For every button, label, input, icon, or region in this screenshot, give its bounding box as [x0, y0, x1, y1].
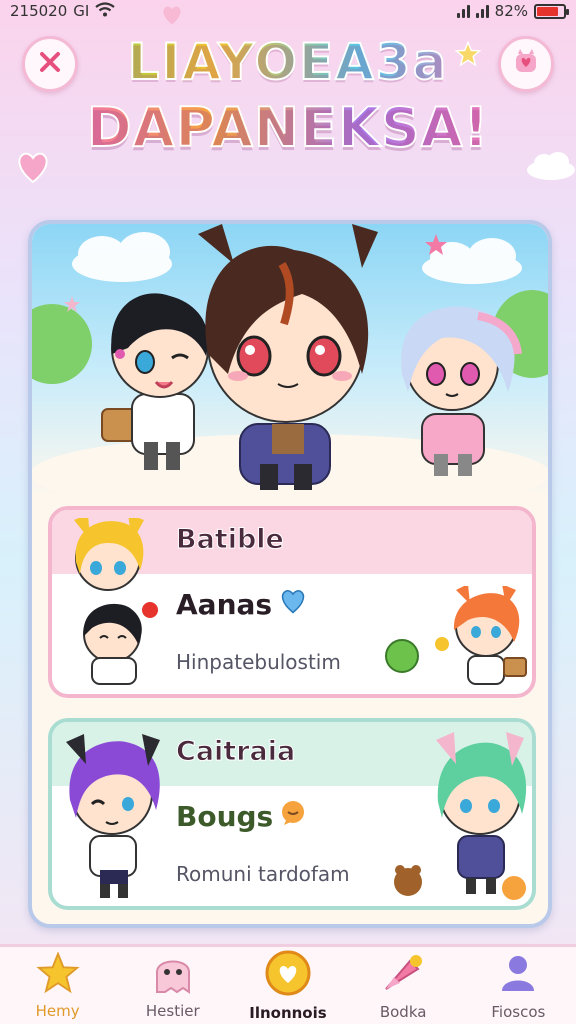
- main-panel: Batible Aanas Hinpatebulostim Caitraia B…: [28, 220, 552, 928]
- wifi-icon: [95, 1, 116, 21]
- status-carrier: GI: [73, 2, 90, 20]
- character-avatar: [58, 514, 168, 694]
- tab-label: Ilnonnois: [249, 1003, 327, 1022]
- character-card[interactable]: Batible Aanas Hinpatebulostim: [48, 506, 536, 698]
- character-sticker: [392, 730, 532, 906]
- card-title: Batible: [176, 524, 285, 556]
- battery-icon: [534, 3, 569, 19]
- cloud-icon: [526, 150, 576, 184]
- close-icon: [37, 49, 63, 79]
- status-bar: 215020 GI 82%: [0, 0, 576, 22]
- battery-percent: 82%: [494, 2, 528, 20]
- bottom-nav: Hemy Hestier Ilnonnois Bodka Fioscos: [0, 944, 576, 1024]
- chat-bubble-icon: [279, 800, 307, 833]
- tab-ilnonnois[interactable]: Ilnonnois: [236, 946, 340, 1024]
- profile-button[interactable]: [498, 36, 554, 92]
- heart-icon: [160, 4, 184, 30]
- tab-label: Hestier: [145, 1001, 200, 1020]
- tab-label: Fioscos: [491, 1002, 546, 1021]
- heart-badge-icon: [265, 950, 311, 1000]
- tab-hestier[interactable]: Hestier: [121, 946, 225, 1024]
- star-icon: [454, 40, 482, 72]
- card-title: Caitraia: [175, 736, 296, 768]
- card-subtitle: Romuni tardofam: [176, 862, 350, 886]
- character-sticker: [382, 584, 532, 694]
- character-card[interactable]: Caitraia Bougs Romuni tardofam: [48, 718, 536, 910]
- heart-icon: [14, 150, 52, 188]
- card-character-name: Bougs: [176, 800, 307, 833]
- app-logo: LIAYOEA3a DAPANEKSA!: [70, 30, 506, 190]
- blue-heart-icon: [278, 588, 308, 621]
- card-character-name: Aanas: [176, 588, 308, 621]
- ghost-icon: [151, 952, 195, 998]
- rocket-icon: [380, 951, 426, 999]
- tab-bodka[interactable]: Bodka: [351, 946, 455, 1024]
- heart-pet-icon: [510, 46, 542, 82]
- signal-icon-2: [475, 4, 489, 18]
- card-name-text: Bougs: [176, 800, 274, 833]
- person-icon: [496, 951, 540, 999]
- signal-icon: [456, 4, 470, 18]
- card-name-text: Aanas: [176, 588, 273, 621]
- status-time: 215020: [10, 2, 68, 20]
- card-subtitle: Hinpatebulostim: [176, 650, 341, 674]
- star-icon: [35, 950, 81, 998]
- hero-scene: [32, 224, 548, 514]
- tab-hemy[interactable]: Hemy: [6, 946, 110, 1024]
- tab-label: Hemy: [35, 1001, 80, 1020]
- logo-line-1: LIAYOEA3a: [70, 30, 506, 94]
- logo-line-2: DAPANEKSA!: [70, 94, 506, 162]
- tab-fioscos[interactable]: Fioscos: [466, 946, 570, 1024]
- tab-label: Bodka: [379, 1002, 427, 1021]
- character-avatar: [56, 730, 168, 906]
